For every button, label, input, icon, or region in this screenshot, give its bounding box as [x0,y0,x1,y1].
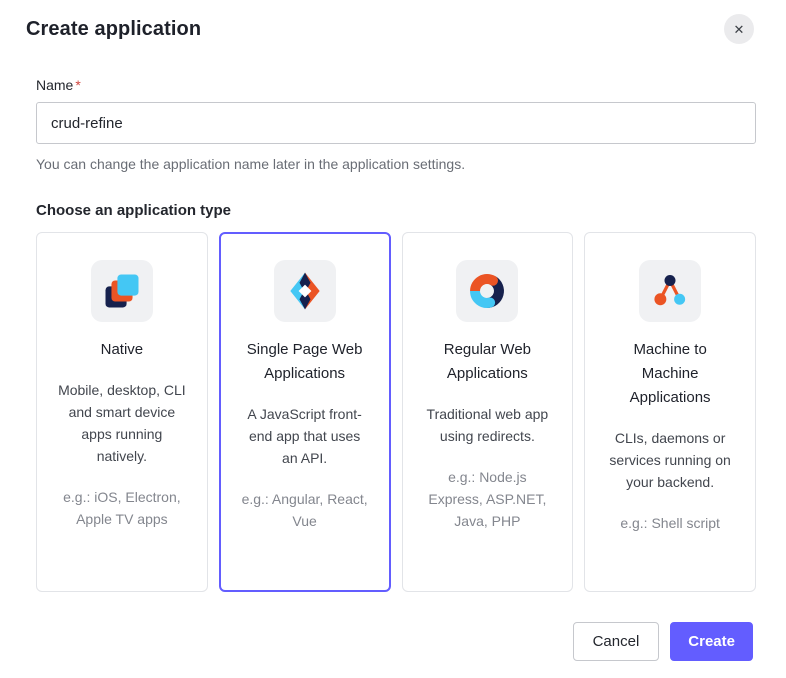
card-title: Native [61,338,183,362]
card-examples: e.g.: Node.js Express, ASP.NET, Java, PH… [423,466,551,532]
cancel-button[interactable]: Cancel [573,622,660,661]
application-type-cards: Native Mobile, desktop, CLI and smart de… [36,232,756,592]
dialog-footer: Cancel Create [0,622,753,661]
application-type-card-regular-web[interactable]: Regular Web Applications Traditional web… [402,232,574,592]
card-examples: e.g.: Angular, React, Vue [241,488,369,532]
dialog-title: Create application [26,18,760,41]
card-icon-tile [274,260,336,322]
card-examples: e.g.: Shell script [606,512,734,534]
application-type-card-spa[interactable]: Single Page Web Applications A JavaScrip… [219,232,391,592]
card-icon-tile [456,260,518,322]
card-description: CLIs, daemons or services running on you… [606,427,734,493]
card-icon-tile [91,260,153,322]
card-examples: e.g.: iOS, Electron, Apple TV apps [58,486,186,530]
card-description: Mobile, desktop, CLI and smart device ap… [58,379,186,467]
required-asterisk: * [75,77,80,93]
name-form-section: Name* You can change the application nam… [36,77,756,172]
application-type-card-m2m[interactable]: Machine to Machine Applications CLIs, da… [584,232,756,592]
application-type-section: Choose an application type Native Mobile… [36,202,756,592]
card-description: Traditional web app using redirects. [423,403,551,447]
name-label-text: Name [36,77,73,93]
close-button[interactable]: ✕ [724,14,754,44]
application-name-input[interactable] [36,102,756,144]
card-description: A JavaScript front-end app that uses an … [241,403,369,469]
application-type-card-native[interactable]: Native Mobile, desktop, CLI and smart de… [36,232,208,592]
card-title: Single Page Web Applications [244,338,366,386]
native-stacked-squares-icon [100,269,144,313]
regular-web-swirl-icon [465,269,509,313]
name-hint-text: You can change the application name late… [36,156,756,172]
dialog-header: Create application ✕ [0,0,786,41]
m2m-nodes-icon [648,269,692,313]
type-section-heading: Choose an application type [36,202,756,219]
create-button[interactable]: Create [670,622,753,661]
card-title: Machine to Machine Applications [609,338,731,410]
card-title: Regular Web Applications [426,338,548,386]
close-icon: ✕ [734,23,745,36]
card-icon-tile [639,260,701,322]
name-field-label: Name* [36,77,756,93]
spa-diamond-icon [283,269,327,313]
